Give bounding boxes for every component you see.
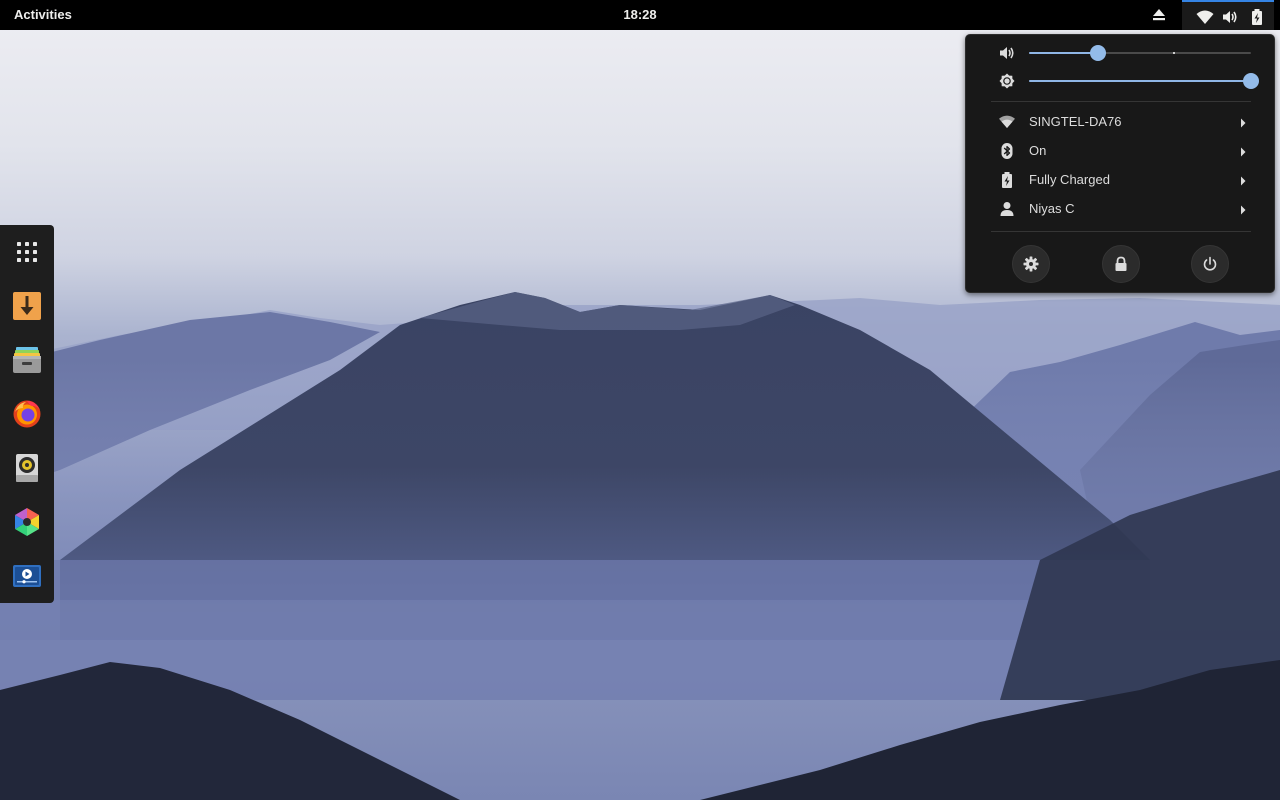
user-menu-item[interactable]: Niyas C [966, 195, 1276, 223]
brightness-slider[interactable] [1029, 73, 1259, 89]
menu-separator [991, 231, 1251, 232]
lock-button[interactable] [1102, 245, 1140, 283]
volume-slider-row [966, 42, 1276, 64]
wifi-network-label: SINGTEL-DA76 [1029, 114, 1122, 129]
show-applications-button[interactable] [9, 234, 45, 270]
brightness-icon [998, 72, 1016, 90]
volume-icon [998, 44, 1016, 62]
gear-icon [1023, 256, 1039, 272]
dock-item-screen-recorder[interactable] [9, 558, 45, 594]
menu-separator [991, 101, 1251, 102]
wifi-icon [1196, 8, 1214, 26]
battery-status-label: Fully Charged [1029, 172, 1110, 187]
eject-icon[interactable] [1150, 7, 1168, 23]
user-name-label: Niyas C [1029, 201, 1075, 216]
download-arrow-icon [13, 292, 41, 320]
chevron-right-icon [1239, 145, 1247, 157]
brightness-slider-fill [1029, 80, 1251, 82]
dock [0, 225, 54, 603]
wifi-menu-item[interactable]: SINGTEL-DA76 [966, 108, 1276, 136]
lock-icon [1115, 256, 1127, 271]
system-menu: SINGTEL-DA76 On Fully Charged Niyas C [965, 34, 1275, 293]
battery-icon [1248, 8, 1266, 26]
volume-icon [1221, 8, 1239, 26]
brightness-slider-row [966, 70, 1276, 92]
activities-button[interactable]: Activities [14, 7, 72, 22]
volume-slider-mark [1173, 52, 1175, 54]
file-cabinet-icon [13, 347, 41, 373]
bluetooth-status-label: On [1029, 143, 1047, 158]
speaker-icon [16, 454, 38, 482]
settings-button[interactable] [1012, 245, 1050, 283]
power-icon [1203, 256, 1217, 271]
bluetooth-menu-item[interactable]: On [966, 137, 1276, 165]
top-panel: Activities 18:28 [0, 0, 1280, 30]
dock-item-archive-manager[interactable] [9, 342, 45, 378]
wifi-icon [998, 113, 1016, 131]
battery-icon [998, 171, 1016, 189]
power-off-button[interactable] [1191, 245, 1229, 283]
battery-menu-item[interactable]: Fully Charged [966, 166, 1276, 194]
system-status-area[interactable] [1182, 0, 1274, 30]
dock-item-downloader[interactable] [9, 288, 45, 324]
chevron-right-icon [1239, 203, 1247, 215]
user-icon [998, 200, 1016, 218]
volume-slider[interactable] [1029, 45, 1251, 61]
hexagon-color-icon [15, 508, 39, 536]
chevron-right-icon [1239, 174, 1247, 186]
clock: 18:28 [0, 7, 1280, 22]
bluetooth-icon [998, 142, 1016, 160]
video-player-icon [13, 565, 41, 587]
clock-label[interactable]: 18:28 [623, 7, 656, 22]
dock-item-firefox[interactable] [9, 396, 45, 432]
grid-icon [17, 242, 37, 262]
brightness-slider-handle[interactable] [1243, 73, 1259, 89]
chevron-right-icon [1239, 116, 1247, 128]
volume-slider-fill [1029, 52, 1098, 54]
volume-slider-handle[interactable] [1090, 45, 1106, 61]
firefox-icon [13, 400, 41, 428]
dock-item-rhythmbox[interactable] [9, 450, 45, 486]
dock-item-color-app[interactable] [9, 504, 45, 540]
